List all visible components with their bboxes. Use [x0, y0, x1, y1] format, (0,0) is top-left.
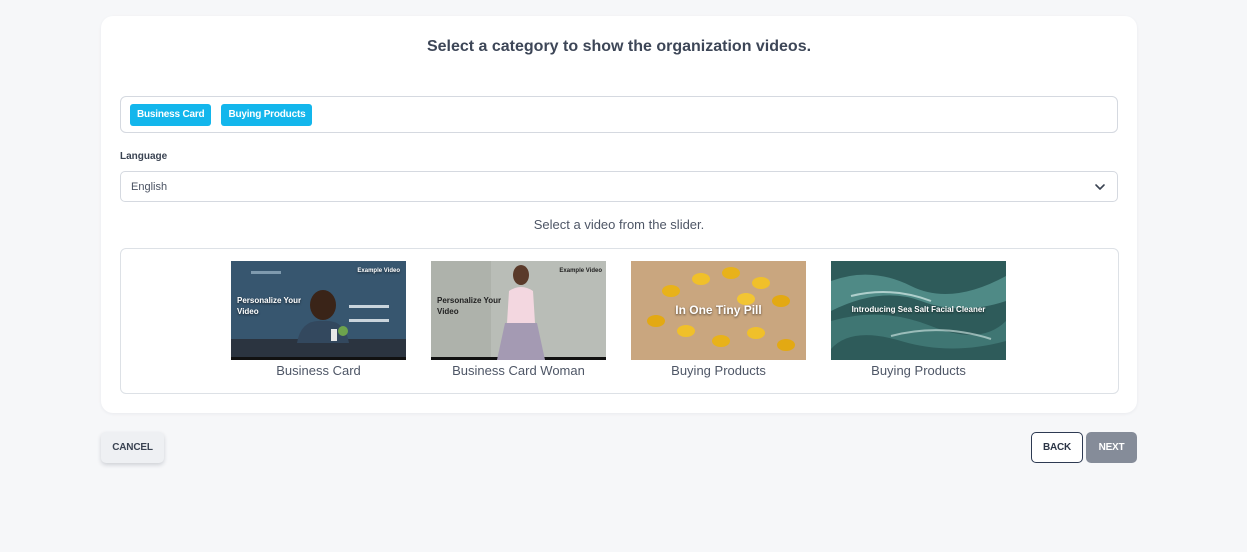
language-selected-value: English: [131, 180, 168, 193]
video-caption: Business Card Woman: [452, 363, 585, 378]
video-item-buying-products[interactable]: In One Tiny Pill Buying Products: [631, 261, 806, 378]
back-button[interactable]: BACK: [1031, 432, 1083, 463]
language-label: Language: [120, 151, 168, 162]
video-caption: Buying Products: [671, 363, 766, 378]
thumbnail-badge: Example Video: [357, 268, 400, 274]
thumbnail-overlay-title: Introducing Sea Salt Facial Cleaner: [851, 305, 986, 314]
next-button[interactable]: NEXT: [1086, 432, 1137, 463]
video-caption: Business Card: [276, 363, 361, 378]
video-item-business-card-woman[interactable]: Personalize Your Video Example Video Bus…: [431, 261, 606, 378]
video-thumbnail[interactable]: Introducing Sea Salt Facial Cleaner: [831, 261, 1006, 360]
video-thumbnail[interactable]: Personalize Your Video Example Video: [431, 261, 606, 360]
video-item-buying-products-2[interactable]: Introducing Sea Salt Facial Cleaner Buyi…: [831, 261, 1006, 378]
video-item-business-card[interactable]: Personalize Your Video Example Video Bus…: [231, 261, 406, 378]
video-slider: Personalize Your Video Example Video Bus…: [120, 248, 1119, 394]
category-card: Select a category to show the organizati…: [101, 16, 1137, 413]
category-tags-input[interactable]: Business Card Buying Products: [120, 96, 1118, 133]
thumbnail-overlay-title: Personalize Your Video: [437, 296, 502, 316]
tag-buying-products[interactable]: Buying Products: [221, 103, 313, 126]
thumbnail-badge: Example Video: [559, 268, 602, 274]
cancel-button[interactable]: CANCEL: [101, 432, 164, 463]
video-caption: Buying Products: [871, 363, 966, 378]
video-thumbnail[interactable]: Personalize Your Video Example Video: [231, 261, 406, 360]
video-thumbnail[interactable]: In One Tiny Pill: [631, 261, 806, 360]
language-select[interactable]: English: [120, 171, 1118, 202]
thumbnail-overlay-title: Personalize Your Video: [237, 296, 302, 316]
chevron-down-icon: [1095, 184, 1105, 190]
tag-business-card[interactable]: Business Card: [130, 103, 212, 126]
thumbnail-overlay-title: In One Tiny Pill: [675, 303, 762, 317]
page-title: Select a category to show the organizati…: [426, 38, 812, 55]
slider-hint: Select a video from the slider.: [533, 217, 705, 232]
